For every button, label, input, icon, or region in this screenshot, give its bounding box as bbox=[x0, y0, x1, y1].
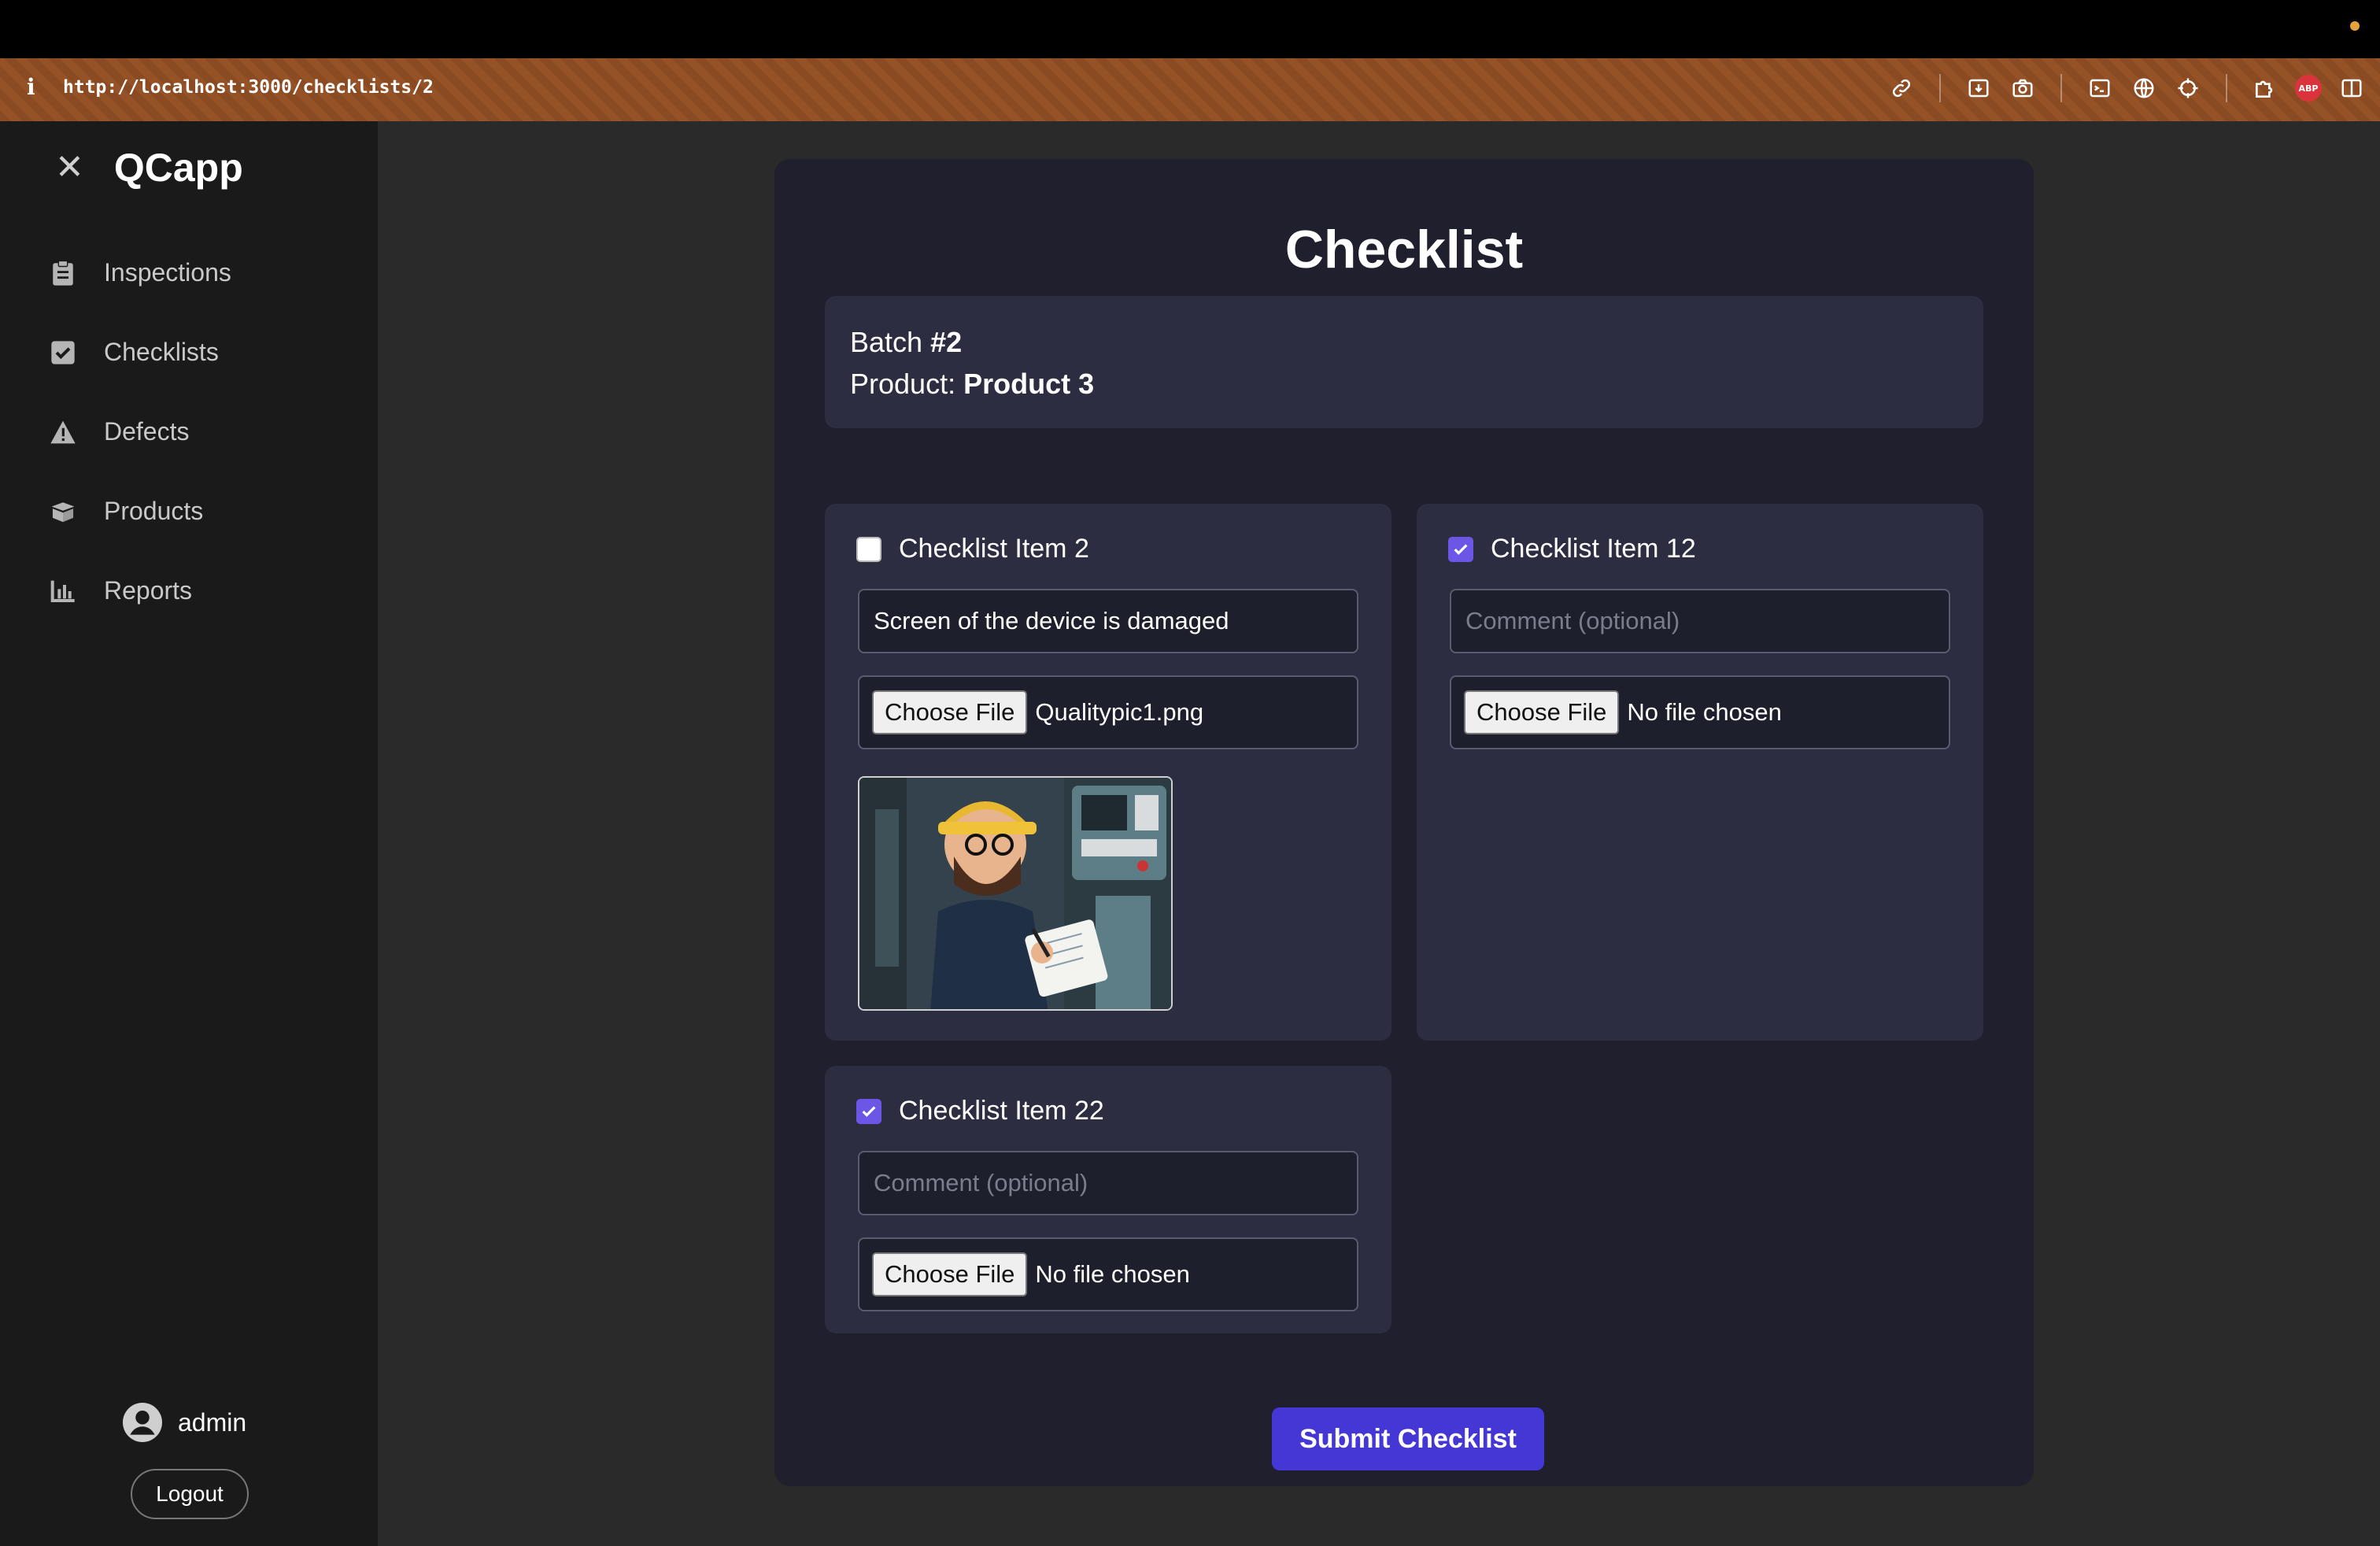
browser-toolbar: i http://localhost:3000/checklists/2 ABP bbox=[0, 58, 2380, 121]
status-dot-icon bbox=[2350, 21, 2360, 31]
url-field[interactable]: http://localhost:3000/checklists/2 bbox=[63, 77, 434, 98]
box-icon bbox=[49, 497, 77, 526]
sidebar-item-label: Defects bbox=[104, 417, 190, 446]
comment-input[interactable] bbox=[1450, 589, 1950, 653]
page-title: Checklist bbox=[1284, 220, 1524, 279]
checklist-item-title: Checklist Item 2 bbox=[899, 534, 1089, 564]
sidebar-item-defects[interactable]: Defects bbox=[49, 392, 231, 472]
os-menu-bar bbox=[0, 0, 2380, 58]
puzzle-icon[interactable] bbox=[2251, 74, 2279, 102]
checklist-item-title: Checklist Item 22 bbox=[899, 1096, 1104, 1126]
sidebar-item-label: Checklists bbox=[104, 338, 219, 366]
choose-file-button[interactable]: Choose File bbox=[872, 1252, 1028, 1296]
user-profile: admin bbox=[123, 1403, 246, 1442]
sidebar-item-inspections[interactable]: Inspections bbox=[49, 233, 231, 313]
inspector-illustration bbox=[859, 778, 1171, 1009]
checkmark-icon bbox=[862, 1105, 876, 1117]
product-line: Product: Product 3 bbox=[850, 363, 1958, 405]
checklist-item-checkbox[interactable] bbox=[856, 536, 881, 562]
checklist-item: Checklist Item 2 Choose File Qualitypic1… bbox=[825, 504, 1391, 1041]
checklist-item-header: Checklist Item 2 bbox=[856, 534, 1089, 564]
file-input[interactable]: Choose File No file chosen bbox=[1450, 675, 1950, 749]
toolbar-divider bbox=[2226, 74, 2227, 102]
info-icon[interactable]: i bbox=[27, 74, 35, 100]
file-name: No file chosen bbox=[1627, 698, 1782, 726]
sidebar-item-label: Reports bbox=[104, 576, 193, 605]
checklist-item: Checklist Item 12 Choose File No file ch… bbox=[1417, 504, 1983, 1041]
terminal-icon[interactable] bbox=[2086, 74, 2114, 102]
checklist-card: Checklist Batch #2 Product: Product 3 Ch… bbox=[774, 159, 2034, 1486]
file-name: Qualitypic1.png bbox=[1035, 698, 1204, 726]
adblock-icon[interactable]: ABP bbox=[2295, 75, 2322, 102]
sidebar-item-reports[interactable]: Reports bbox=[49, 551, 231, 631]
checkmark-icon bbox=[1454, 543, 1468, 555]
choose-file-button[interactable]: Choose File bbox=[872, 690, 1028, 734]
sidebar-item-label: Products bbox=[104, 497, 204, 525]
checklist-item-header: Checklist Item 22 bbox=[856, 1096, 1104, 1126]
logout-button[interactable]: Logout bbox=[131, 1469, 249, 1519]
comment-input[interactable] bbox=[858, 1151, 1358, 1215]
product-label: Product: bbox=[850, 368, 964, 400]
brand: ✕ QCapp bbox=[55, 145, 243, 190]
link-icon[interactable] bbox=[1887, 74, 1916, 102]
file-input[interactable]: Choose File No file chosen bbox=[858, 1237, 1358, 1311]
checklist-item-checkbox[interactable] bbox=[856, 1098, 881, 1124]
main-content: Checklist Batch #2 Product: Product 3 Ch… bbox=[378, 121, 2380, 1546]
uploaded-image-preview bbox=[858, 776, 1173, 1011]
product-name: Product 3 bbox=[963, 368, 1095, 400]
comment-input[interactable] bbox=[858, 589, 1358, 653]
crosshair-icon[interactable] bbox=[2174, 74, 2202, 102]
checklist-item-header: Checklist Item 12 bbox=[1448, 534, 1696, 564]
sidebar-item-label: Inspections bbox=[104, 258, 231, 287]
sidebar: ✕ QCapp Inspections Checklists Defects P… bbox=[0, 121, 378, 1546]
download-icon[interactable] bbox=[1964, 74, 1993, 102]
sidebar-toggle-icon[interactable] bbox=[2338, 74, 2366, 102]
batch-label: Batch bbox=[850, 326, 931, 358]
checklist-item-title: Checklist Item 12 bbox=[1491, 534, 1696, 564]
choose-file-button[interactable]: Choose File bbox=[1464, 690, 1620, 734]
submit-checklist-button[interactable]: Submit Checklist bbox=[1272, 1407, 1544, 1470]
globe-icon[interactable] bbox=[2130, 74, 2158, 102]
sidebar-item-checklists[interactable]: Checklists bbox=[49, 313, 231, 392]
checklist-item: Checklist Item 22 Choose File No file ch… bbox=[825, 1066, 1391, 1333]
username: admin bbox=[178, 1407, 247, 1437]
batch-line: Batch #2 bbox=[850, 321, 1958, 363]
app-name: QCapp bbox=[113, 146, 243, 190]
toolbar-divider bbox=[2060, 74, 2062, 102]
sidebar-item-products[interactable]: Products bbox=[49, 472, 231, 551]
toolbar-icons: ABP bbox=[1887, 74, 2366, 102]
toolbar-divider bbox=[1939, 74, 1941, 102]
close-icon[interactable]: ✕ bbox=[55, 150, 84, 185]
sidebar-nav: Inspections Checklists Defects Products … bbox=[49, 233, 231, 631]
checklist-item-checkbox[interactable] bbox=[1448, 536, 1473, 562]
avatar bbox=[123, 1403, 162, 1442]
batch-info: Batch #2 Product: Product 3 bbox=[825, 296, 1983, 428]
batch-number: #2 bbox=[930, 326, 963, 358]
bar-chart-icon bbox=[49, 577, 77, 605]
checkbox-icon bbox=[49, 338, 77, 367]
file-name: No file chosen bbox=[1035, 1260, 1190, 1288]
file-input[interactable]: Choose File Qualitypic1.png bbox=[858, 675, 1358, 749]
camera-icon[interactable] bbox=[2009, 74, 2037, 102]
warning-icon bbox=[49, 418, 77, 446]
clipboard-icon bbox=[49, 259, 77, 287]
